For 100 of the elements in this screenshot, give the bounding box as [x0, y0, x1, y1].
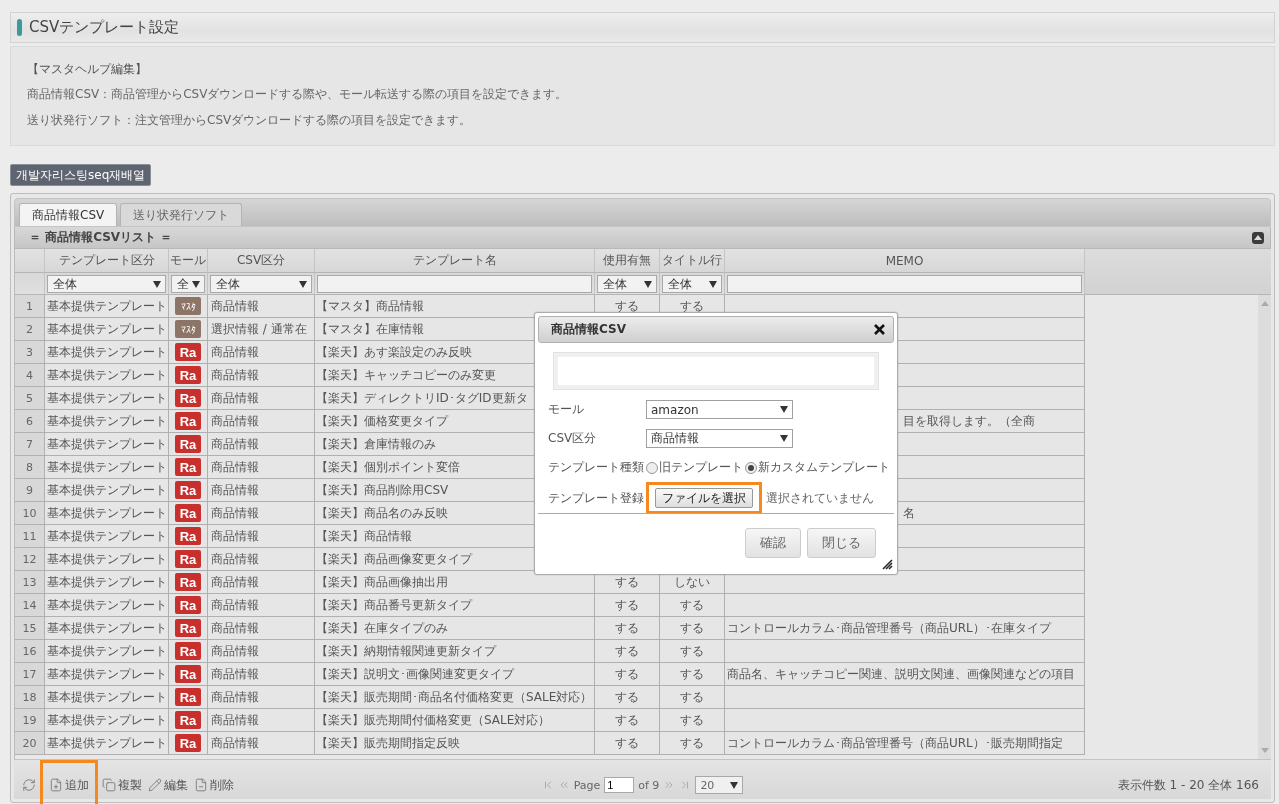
reorder-button[interactable]: 개발자리스팅seq재배열 [10, 164, 152, 186]
table-cell: 商品情報 [208, 341, 315, 364]
choose-file-button[interactable]: ファイルを選択 [655, 488, 753, 508]
filter-select[interactable]: 全 [171, 275, 205, 293]
table-cell: 商品情報 [208, 617, 315, 640]
dialog-select[interactable]: amazon [646, 400, 793, 419]
mall-badge: Ra [175, 596, 201, 614]
table-cell: 基本提供テンプレート [45, 548, 169, 571]
table-cell: 基本提供テンプレート [45, 502, 169, 525]
radio-button[interactable] [745, 461, 757, 474]
row-number: 17 [15, 663, 45, 686]
filter-input[interactable] [317, 275, 592, 293]
delete-button[interactable]: 削除 [192, 775, 236, 795]
table-cell: 基本提供テンプレート [45, 640, 169, 663]
copy-button[interactable]: 複製 [100, 775, 144, 795]
filter-select[interactable]: 全体 [210, 275, 312, 293]
table-cell: 【楽天】納期情報関連更新タイプ [315, 640, 595, 663]
table-cell: 基本提供テンプレート [45, 479, 169, 502]
dropdown-caret-icon [730, 781, 739, 789]
mall-badge: Ra [175, 412, 201, 430]
dialog-select[interactable]: 商品情報 [646, 429, 793, 448]
close-icon[interactable] [874, 324, 885, 335]
table-cell: 基本提供テンプレート [45, 594, 169, 617]
row-number: 13 [15, 571, 45, 594]
dialog-button[interactable]: 閉じる [807, 527, 876, 558]
edit-button[interactable]: 編集 [146, 775, 190, 795]
tab[interactable]: 商品情報CSV [19, 203, 118, 226]
table-cell: 基本提供テンプレート [45, 295, 169, 318]
table-cell: する [595, 617, 660, 640]
dropdown-caret-icon [709, 280, 717, 288]
filter-select[interactable]: 全体 [47, 275, 166, 293]
table-cell: する [660, 709, 725, 732]
table-cell: 商品情報 [208, 410, 315, 433]
filter-select[interactable]: 全体 [662, 275, 722, 293]
mall-badge: Ra [175, 665, 201, 683]
page-input[interactable]: 1 [604, 777, 635, 793]
dropdown-caret-icon [192, 280, 200, 288]
tab[interactable]: 送り状発行ソフト [120, 203, 243, 226]
row-number: 14 [15, 594, 45, 617]
row-number: 12 [15, 548, 45, 571]
mall-badge: Ra [175, 435, 201, 453]
table-cell: する [595, 663, 660, 686]
table-cell: 商品情報 [208, 295, 315, 318]
dialog-button[interactable]: 確認 [745, 527, 801, 558]
dropdown-caret-icon [644, 280, 652, 288]
help-text: 送り状発行ソフト：注文管理からCSVダウンロードする際の項目を設定できます。 [27, 112, 473, 129]
dropdown-caret-icon [153, 280, 161, 288]
table-cell: 【楽天】販売期間付価格変更（SALE対応） [315, 709, 595, 732]
add-button[interactable]: 追加 [47, 775, 91, 795]
row-number: 3 [15, 341, 45, 364]
filter-input[interactable] [727, 275, 1082, 293]
filter-select[interactable]: 全体 [597, 275, 657, 293]
accent-bar [17, 19, 22, 36]
table-cell: 基本提供テンプレート [45, 341, 169, 364]
row-number: 1 [15, 295, 45, 318]
table-cell: 基本提供テンプレート [45, 387, 169, 410]
file-minus-icon [194, 778, 208, 792]
resize-grip-icon[interactable] [881, 558, 893, 570]
dropdown-caret-icon [780, 406, 788, 413]
row-number: 7 [15, 433, 45, 456]
mall-badge: Ra [175, 527, 201, 545]
page-count: of 9 [638, 778, 660, 792]
table-cell: 基本提供テンプレート [45, 709, 169, 732]
mall-badge: Ra [175, 688, 201, 706]
table-cell: 【楽天】在庫タイプのみ [315, 617, 595, 640]
scroll-down-icon[interactable] [1260, 748, 1269, 753]
scrollbar[interactable] [1258, 295, 1271, 759]
table-cell: する [595, 594, 660, 617]
table-cell: 基本提供テンプレート [45, 410, 169, 433]
table-cell: する [660, 640, 725, 663]
row-number: 8 [15, 456, 45, 479]
mall-badge: Ra [175, 711, 201, 729]
scroll-up-icon[interactable] [1260, 301, 1269, 306]
table-cell: する [595, 640, 660, 663]
table-cell: する [660, 732, 725, 755]
table-cell: する [595, 732, 660, 755]
table-cell: 基本提供テンプレート [45, 663, 169, 686]
mall-badge: Ra [175, 504, 201, 522]
page-size-select[interactable]: 20 [695, 776, 744, 794]
table-cell: 【楽天】販売期間･商品名付価格変更（SALE対応） [315, 686, 595, 709]
table-cell: 商品情報 [208, 548, 315, 571]
record-summary: 表示件数 1 - 20 全体 166 [1117, 776, 1260, 794]
row-number: 10 [15, 502, 45, 525]
radio-button[interactable] [646, 461, 658, 474]
row-number: 15 [15, 617, 45, 640]
table-cell: 商品情報 [208, 709, 315, 732]
radio-label: 旧テンプレート [659, 459, 743, 476]
table-cell: 商品情報 [208, 732, 315, 755]
table-cell: 基本提供テンプレート [45, 732, 169, 755]
row-number: 6 [15, 410, 45, 433]
mall-badge: Ra [175, 366, 201, 384]
table-cell: 商品情報 [208, 525, 315, 548]
mall-badge: Ra [175, 481, 201, 499]
radio-label: 新カスタムテンプレート [758, 459, 890, 476]
field-label: CSV区分 [548, 430, 598, 447]
mall-badge: Ra [175, 550, 201, 568]
dropdown-caret-icon [780, 435, 788, 442]
help-text: 商品情報CSV：商品管理からCSVダウンロードする際や、モール転送する際の項目を設定できます。 [27, 86, 569, 103]
table-cell: 基本提供テンプレート [45, 318, 169, 341]
collapse-icon[interactable] [1252, 231, 1264, 244]
